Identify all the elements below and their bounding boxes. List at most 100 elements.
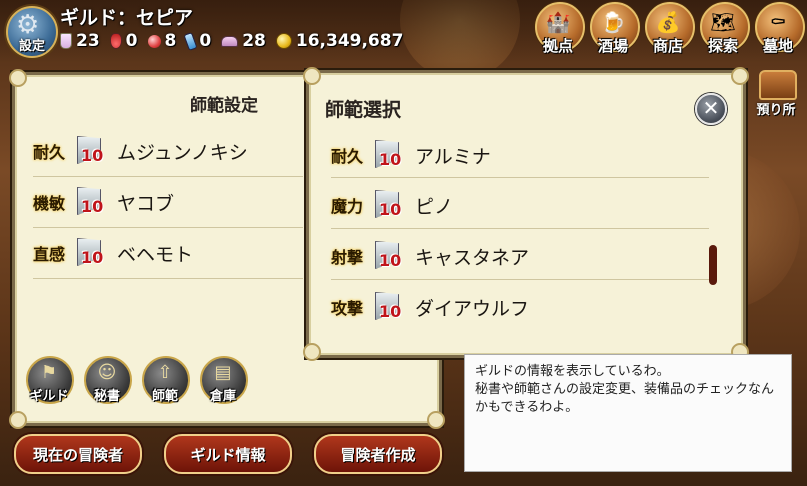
current-adventurers-button[interactable]: 現在の冒険者 [14,434,142,474]
level-number: 10 [81,248,104,267]
settings-button[interactable]: ⚙ 設定 [6,6,58,58]
stat-badge: 魔力 [331,197,364,216]
guild-info-button[interactable]: ギルド情報 [164,434,292,474]
flask-icon [60,33,72,49]
nav-label: 探索 [707,37,738,55]
adventurer-name: ベヘモト [117,243,194,266]
level-flag-icon: 10 [75,187,105,217]
resource-value: 8 [164,31,177,51]
panel-corner-ornament [303,67,321,85]
panel-corner-ornament [731,67,749,85]
level-flag-icon: 10 [75,136,105,166]
vial-icon [183,31,198,51]
resource-value: 23 [76,31,100,51]
depot-label: 預り所 [756,103,796,118]
resource-value: 0 [125,31,138,51]
adventurer-name: アルミナ [415,145,491,168]
top-bar: ⚙ 設定 ギルド：セピア 23 0 8 0 28 16,349,687 🏰 拠点… [0,0,807,62]
panel-corner-ornament [9,411,27,429]
stat-badge: 攻撃 [331,299,364,318]
level-number: 10 [379,251,402,270]
master-row[interactable]: 機敏 10 ヤコブ [33,182,303,222]
resource-cloth: 28 [221,31,266,51]
level-flag-icon: 10 [75,238,105,268]
shop-icon: 💰 [655,10,681,34]
row-divider [331,228,709,229]
panel-corner-ornament [427,411,445,429]
nav-shop-button[interactable]: 💰 商店 [643,2,695,58]
map-icon: 🗺 [710,10,736,34]
warehouse-icon: ▤ [214,362,232,383]
resource-orb: 8 [147,31,177,51]
level-flag-icon: 10 [373,140,403,170]
master-row[interactable]: 直感 10 ベヘモト [33,233,303,273]
level-number: 10 [81,146,104,165]
info-message-text: ギルドの情報を表示しているわ。 秘書や師範さんの設定変更、装備品のチェックなんか… [475,364,775,415]
beer-icon: 🍺 [600,10,626,34]
nav-tavern-button[interactable]: 🍺 酒場 [588,2,640,58]
nav-label: 酒場 [597,37,628,55]
guild-submenu: ⚑ ギルド ☺ 秘書 ⇧ 師範 ▤ 倉庫 [24,354,256,406]
close-icon: ✕ [702,96,720,120]
create-adventurer-button[interactable]: 冒険者作成 [314,434,442,474]
tombstone-icon: ⚰ [769,10,787,34]
stat-badge: 直感 [33,245,66,264]
warehouse-menu-button[interactable]: ▤ 倉庫 [198,354,248,406]
menu-label: ギルド [29,389,69,404]
level-flag-icon: 10 [373,190,403,220]
castle-icon: 🏰 [545,10,571,34]
level-flag-icon: 10 [373,241,403,271]
flag-icon: ⚑ [40,362,58,383]
resource-vial: 0 [183,31,212,51]
level-number: 10 [81,197,104,216]
row-divider [331,279,709,280]
scrollbar-thumb[interactable] [709,245,717,285]
info-message-box: ギルドの情報を表示しているわ。 秘書や師範さんの設定変更、装備品のチェックなんか… [464,354,792,472]
secretary-menu-button[interactable]: ☺ 秘書 [82,354,132,406]
level-number: 10 [379,302,402,321]
master-option-row[interactable]: 射撃 10 キャスタネア [331,236,709,276]
row-divider [33,176,303,177]
panel-title: 師範選択 [325,99,402,121]
stat-badge: 耐久 [33,143,66,162]
guild-menu-button[interactable]: ⚑ ギルド [24,354,74,406]
panel-corner-ornament [9,69,27,87]
nav-base-button[interactable]: 🏰 拠点 [533,2,585,58]
stat-badge: 耐久 [331,147,364,166]
nav-label: 拠点 [542,37,573,55]
adventurer-name: ヤコブ [117,192,175,215]
row-divider [33,227,303,228]
chest-icon [759,70,797,100]
master-option-row[interactable]: 攻撃 10 ダイアウルフ [331,287,709,327]
panel-title: 師範設定 [190,96,258,116]
nav-label: 商店 [652,37,683,55]
adventurer-name: ダイアウルフ [415,297,530,320]
row-divider [33,278,303,279]
orb-icon [147,34,161,48]
level-number: 10 [379,200,402,219]
master-option-row[interactable]: 耐久 10 アルミナ [331,135,709,175]
adventurer-name: ムジュンノキシ [117,141,248,164]
master-option-row[interactable]: 魔力 10 ピノ [331,185,709,225]
close-button[interactable]: ✕ [695,93,727,125]
coin-icon [275,33,292,49]
nav-explore-button[interactable]: 🗺 探索 [698,2,750,58]
master-select-panel: 師範選択 ✕ 耐久 10 アルミナ 魔力 10 ピノ 射撃 10 キャスタネア … [303,67,749,361]
resource-potion: 0 [109,31,138,51]
resource-value: 28 [242,31,266,51]
menu-label: 秘書 [93,389,120,404]
master-row[interactable]: 耐久 10 ムジュンノキシ [33,131,303,171]
nav-label: 墓地 [762,37,793,55]
cloth-icon [221,35,239,47]
resource-value: 0 [199,31,212,51]
resource-bar: 23 0 8 0 28 16,349,687 [60,30,413,52]
depot-button[interactable]: 預り所 [753,66,799,118]
stat-badge: 射撃 [331,248,364,267]
nav-graveyard-button[interactable]: ⚰ 墓地 [753,2,805,58]
settings-label: 設定 [18,39,45,54]
resource-coin: 16,349,687 [275,31,403,51]
menu-label: 倉庫 [209,389,236,404]
adventurer-name: ピノ [415,195,454,218]
potion-icon [109,33,122,49]
master-menu-button[interactable]: ⇧ 師範 [140,354,190,406]
